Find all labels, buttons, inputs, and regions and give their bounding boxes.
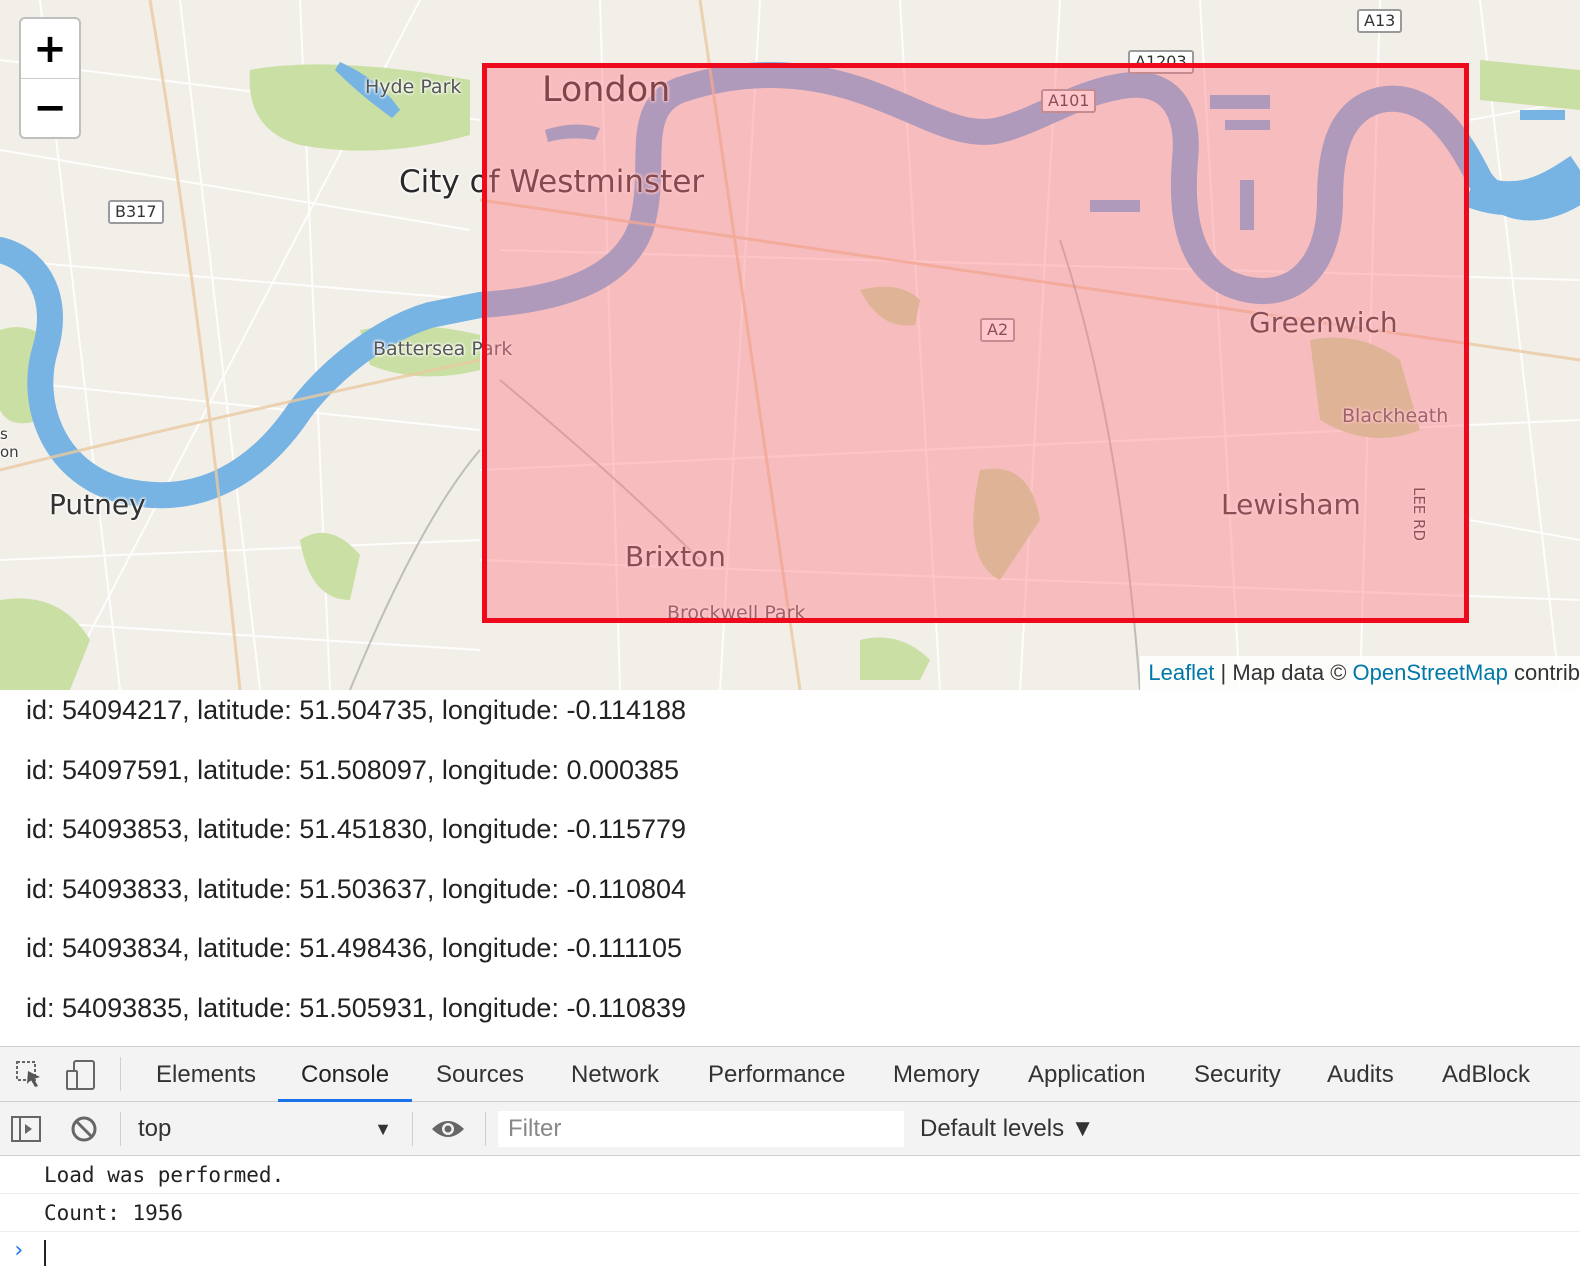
clear-console-icon[interactable] [70,1115,98,1148]
map-label-hyde-park: Hyde Park [365,76,462,98]
tab-performance[interactable]: Performance [708,1047,845,1102]
toolbar-separator [412,1112,413,1146]
map-attribution: Leaflet | Map data © OpenStreetMap contr… [1140,656,1580,690]
device-toolbar-icon[interactable] [64,1059,98,1096]
tab-console[interactable]: Console [278,1047,413,1102]
context-value: top [138,1115,172,1142]
tabbar-separator [120,1057,121,1091]
console-input[interactable]: › [0,1232,1580,1272]
zoom-control: + − [19,17,81,139]
context-selector[interactable]: top ▼ [138,1102,398,1156]
map-label-edge-s: s [0,425,8,443]
map-label-edge-on: on [0,443,19,461]
chevron-down-icon: ▼ [374,1119,392,1139]
bounding-box-rectangle[interactable] [482,63,1469,623]
tab-security[interactable]: Security [1194,1047,1281,1102]
result-line: id: 54094217, latitude: 51.504735, longi… [26,695,687,725]
console-message: Load was performed. [0,1156,1580,1194]
attribution-tail: contrib [1507,660,1580,685]
log-levels-dropdown[interactable]: Default levels ▼ [920,1102,1095,1156]
results-list: id: 54094217, latitude: 51.504735, longi… [26,690,686,1047]
prompt-chevron-icon: › [12,1238,26,1263]
result-line: id: 54093853, latitude: 51.451830, longi… [26,814,687,844]
result-line: id: 54093835, latitude: 51.505931, longi… [26,992,687,1023]
tab-elements[interactable]: Elements [156,1047,256,1102]
toolbar-separator [485,1112,486,1146]
leaflet-link[interactable]: Leaflet [1148,660,1214,685]
devtools-panel: Elements Console Sources Network Perform… [0,1046,1580,1288]
inspect-element-icon[interactable] [14,1059,44,1094]
sidebar-toggle-icon[interactable] [10,1115,42,1148]
eye-icon[interactable] [430,1117,466,1146]
map-label-putney: Putney [49,488,146,521]
result-line: id: 54093834, latitude: 51.498436, longi… [26,933,683,963]
result-line: id: 54097591, latitude: 51.508097, longi… [26,754,680,785]
tab-audits[interactable]: Audits [1327,1047,1394,1102]
text-cursor [44,1240,46,1266]
devtools-tabbar: Elements Console Sources Network Perform… [0,1047,1580,1102]
tab-sources[interactable]: Sources [436,1047,524,1102]
map-view[interactable]: Hyde Park London City of Westminster Bat… [0,0,1580,690]
tab-network[interactable]: Network [571,1047,659,1102]
toolbar-separator [120,1112,121,1146]
attribution-separator: | Map data © [1214,660,1353,685]
tab-adblock[interactable]: AdBlock [1442,1047,1530,1102]
road-shield-b317: B317 [108,200,164,224]
road-shield-a13: A13 [1357,9,1403,33]
tab-memory[interactable]: Memory [893,1047,980,1102]
zoom-out-button[interactable]: − [21,78,79,137]
console-message: Count: 1956 [0,1194,1580,1232]
filter-input[interactable] [498,1111,904,1147]
result-line: id: 54093833, latitude: 51.503637, longi… [26,873,687,904]
zoom-in-button[interactable]: + [21,19,79,78]
openstreetmap-link[interactable]: OpenStreetMap [1353,660,1508,685]
console-toolbar: top ▼ Default levels ▼ [0,1102,1580,1156]
tab-application[interactable]: Application [1028,1047,1145,1102]
